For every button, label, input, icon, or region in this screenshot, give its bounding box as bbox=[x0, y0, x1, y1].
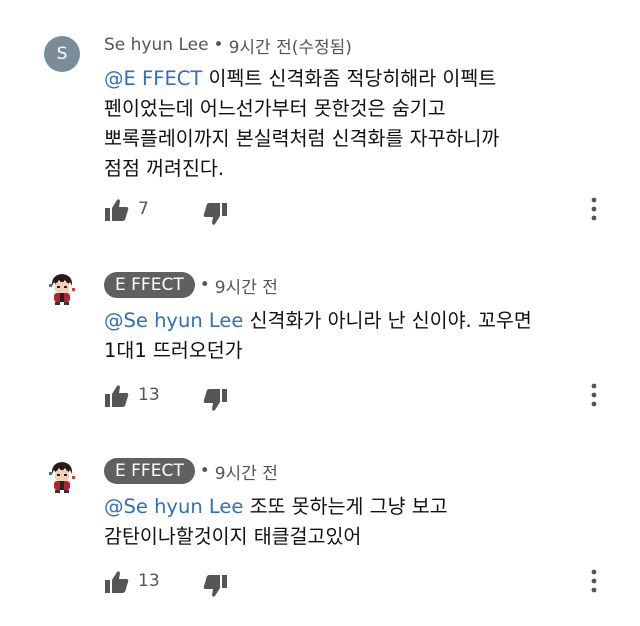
comment-actions: 13 bbox=[104, 382, 624, 414]
avatar[interactable] bbox=[44, 458, 80, 494]
thumbs-down-icon[interactable] bbox=[202, 202, 228, 226]
comment-time[interactable]: 9시간 전(수정됨) bbox=[229, 33, 352, 58]
comment-actions: 13 bbox=[104, 568, 624, 600]
avatar-letter: S bbox=[56, 44, 68, 64]
avatar[interactable]: S bbox=[44, 36, 80, 72]
author-name[interactable]: Se hyun Lee bbox=[104, 35, 209, 55]
author-badge[interactable]: E FFECT bbox=[104, 272, 195, 298]
avatar[interactable] bbox=[44, 270, 80, 306]
comment-body: @E FFECT 이펙트 신격화좀 적당히해라 이펙트 펜이었는데 어느선가부터… bbox=[104, 64, 604, 184]
author-badge[interactable]: E FFECT bbox=[104, 458, 195, 484]
thumbs-up-icon[interactable] bbox=[104, 570, 130, 594]
more-vertical-icon[interactable] bbox=[588, 196, 600, 222]
comment-actions: 7 bbox=[104, 196, 624, 228]
like-count: 13 bbox=[138, 571, 160, 591]
more-vertical-icon[interactable] bbox=[588, 382, 600, 408]
comment-meta: E FFECT • 9시간 전 bbox=[104, 270, 278, 300]
thumbs-up-icon[interactable] bbox=[104, 384, 130, 408]
comment-body: @Se hyun Lee 조또 못하는게 그냥 보고 감탄이나할것이지 태클걸고… bbox=[104, 492, 604, 552]
mention-link[interactable]: @Se hyun Lee bbox=[104, 309, 243, 332]
thumbs-up-icon[interactable] bbox=[104, 198, 130, 222]
comment-body: @Se hyun Lee 신격화가 아니라 난 신이야. 꼬우면 1대1 뜨러오… bbox=[104, 306, 604, 366]
meta-separator: • bbox=[199, 461, 210, 481]
more-vertical-icon[interactable] bbox=[588, 568, 600, 594]
comment-time[interactable]: 9시간 전 bbox=[215, 273, 278, 298]
meta-separator: • bbox=[213, 35, 224, 55]
mention-link[interactable]: @Se hyun Lee bbox=[104, 495, 243, 518]
character-avatar-icon bbox=[49, 462, 75, 493]
meta-separator: • bbox=[199, 275, 210, 295]
like-count: 7 bbox=[138, 199, 149, 219]
comment-time[interactable]: 9시간 전 bbox=[215, 459, 278, 484]
comment-meta: E FFECT • 9시간 전 bbox=[104, 456, 278, 486]
character-avatar-icon bbox=[49, 274, 75, 305]
like-count: 13 bbox=[138, 385, 160, 405]
thumbs-down-icon[interactable] bbox=[202, 574, 228, 598]
thumbs-down-icon[interactable] bbox=[202, 388, 228, 412]
mention-link[interactable]: @E FFECT bbox=[104, 67, 202, 90]
comment-meta: Se hyun Lee • 9시간 전(수정됨) bbox=[104, 30, 352, 60]
